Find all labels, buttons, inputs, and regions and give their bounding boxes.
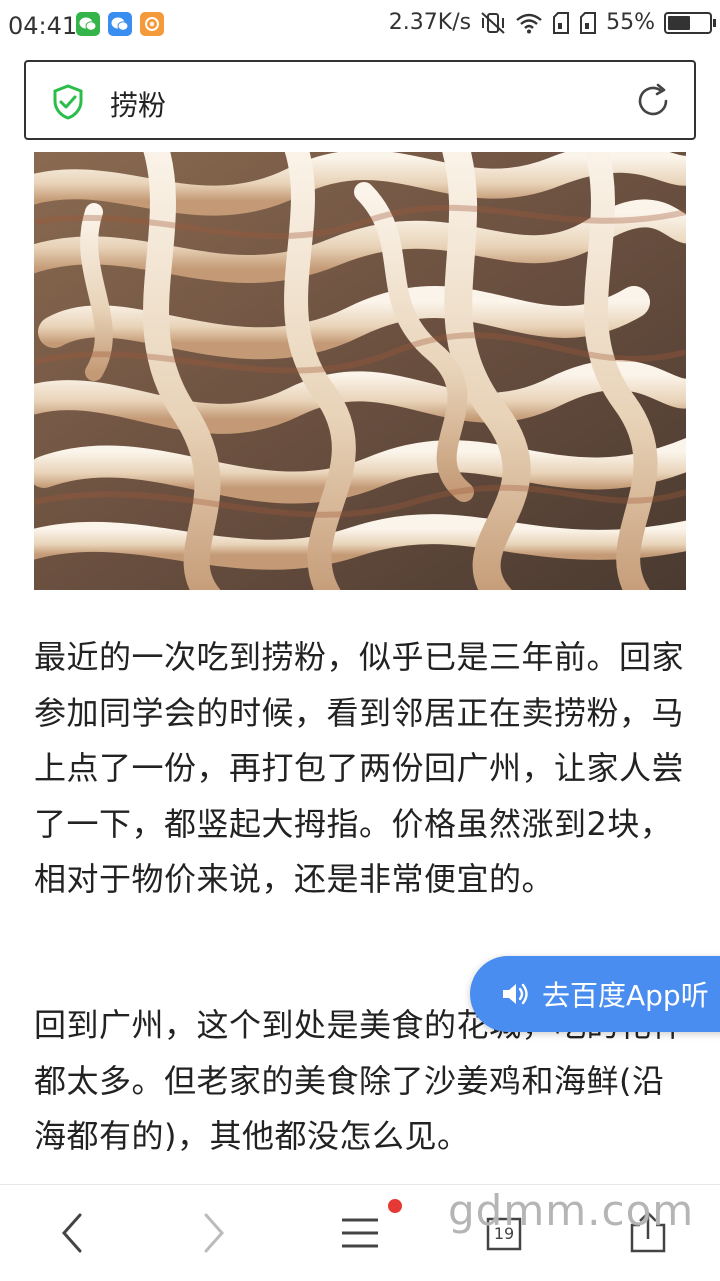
search-query[interactable]: 捞粉 <box>110 84 166 124</box>
notification-icons <box>76 12 164 36</box>
sim2-icon <box>580 11 597 34</box>
status-right: 2.37K/s 55% <box>388 10 716 35</box>
wifi-icon <box>516 13 542 33</box>
article-paragraph: 最近的一次吃到捞粉，似乎已是三年前。回家参加同学会的时候，看到邻居正在卖捞粉，马… <box>34 638 685 898</box>
forward-button[interactable] <box>190 1209 238 1257</box>
status-time: 04:41 <box>8 12 78 40</box>
chat-icon <box>108 12 132 36</box>
listen-in-app-button[interactable]: 去百度App听 <box>470 956 720 1032</box>
chevron-right-icon <box>204 1213 225 1253</box>
listen-label: 去百度App听 <box>542 979 709 1012</box>
speaker-icon <box>503 983 528 1005</box>
sim1-icon <box>553 11 570 34</box>
network-speed: 2.37K/s <box>388 10 472 35</box>
noodle-photo <box>34 152 686 590</box>
status-bar: 04:41 2.37K/s 55% <box>0 0 720 52</box>
back-button[interactable] <box>48 1209 96 1257</box>
mail-app-icon <box>140 12 164 36</box>
refresh-icon[interactable] <box>634 82 672 120</box>
battery-icon <box>664 11 716 34</box>
menu-icon <box>342 1218 378 1248</box>
mute-vibrate-icon <box>481 11 505 34</box>
chevron-left-icon <box>61 1213 82 1253</box>
wechat-icon <box>76 12 100 36</box>
watermark: gdmm.com <box>448 1186 695 1235</box>
battery-percent: 55% <box>606 10 655 35</box>
notification-dot <box>388 1199 402 1213</box>
menu-button[interactable] <box>336 1209 384 1257</box>
shield-check-icon <box>53 84 83 120</box>
address-search-bar[interactable]: 捞粉 <box>24 60 696 140</box>
